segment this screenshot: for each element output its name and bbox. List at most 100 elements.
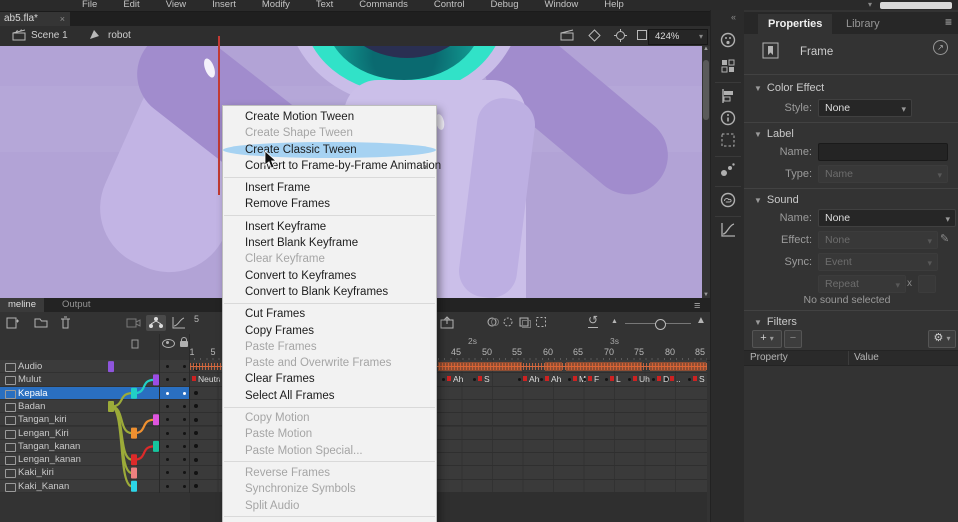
transform-icon[interactable] bbox=[719, 132, 737, 148]
search-box[interactable] bbox=[880, 2, 952, 9]
swatches-icon[interactable] bbox=[719, 58, 737, 74]
timeline-zoom-out-icon[interactable]: ▲ bbox=[611, 318, 618, 325]
creative-cloud-icon[interactable] bbox=[719, 192, 737, 208]
menubar-item[interactable]: Insert bbox=[212, 0, 236, 10]
context-menu-item[interactable]: Insert Keyframe bbox=[223, 219, 436, 235]
eye-icon[interactable] bbox=[162, 339, 175, 348]
timeline-zoom-in-icon[interactable]: ▲ bbox=[696, 315, 706, 326]
section-color-effect[interactable]: ▼Color Effect bbox=[754, 82, 824, 94]
clip-content-icon[interactable] bbox=[636, 29, 648, 41]
sound-name-select[interactable]: None▾ bbox=[818, 209, 956, 227]
center-stage-icon[interactable] bbox=[614, 29, 627, 42]
edit-bar: Scene 1 robot 424% ▾ bbox=[0, 26, 710, 47]
context-menu-item[interactable]: Synchronize Symbols bbox=[223, 481, 436, 497]
context-menu-item[interactable]: Clear Keyframe bbox=[223, 251, 436, 267]
context-menu-item[interactable]: Reverse Frames bbox=[223, 465, 436, 481]
align-icon[interactable] bbox=[719, 88, 737, 104]
filter-options-button[interactable]: ⚙ ▾ bbox=[928, 330, 956, 348]
edit-scene-icon[interactable] bbox=[560, 29, 574, 41]
audio-waveform-cluster bbox=[545, 362, 562, 371]
context-menu-item[interactable]: Convert to Frame-by-Frame Animation› bbox=[223, 158, 436, 174]
mouse-cursor bbox=[264, 150, 278, 170]
menubar-item[interactable]: Control bbox=[434, 0, 465, 10]
context-menu-item-label: Paste and Overwrite Frames bbox=[245, 357, 391, 369]
new-layer-icon[interactable] bbox=[6, 316, 19, 329]
tab-library[interactable]: Library bbox=[836, 14, 890, 34]
motion-editor-icon[interactable] bbox=[719, 222, 737, 238]
label-name-input[interactable] bbox=[818, 143, 948, 161]
breadcrumb-scene[interactable]: Scene 1 bbox=[31, 30, 68, 41]
breadcrumb-symbol[interactable]: robot bbox=[108, 30, 131, 41]
menubar-item[interactable]: Commands bbox=[359, 0, 408, 10]
new-folder-icon[interactable] bbox=[34, 316, 48, 328]
context-menu-item[interactable]: Convert to Keyframes bbox=[223, 268, 436, 284]
camera-icon[interactable] bbox=[126, 316, 141, 328]
context-menu-item[interactable]: Clear Frames bbox=[223, 371, 436, 387]
context-menu-item[interactable]: Split Audio bbox=[223, 498, 436, 514]
context-menu-item[interactable]: Select All Frames bbox=[223, 388, 436, 404]
zoom-level-value: 424% bbox=[655, 31, 679, 42]
modify-markers-icon[interactable] bbox=[535, 316, 547, 328]
context-menu-item[interactable]: Create Classic Tween bbox=[223, 142, 436, 158]
menubar-item[interactable]: Window bbox=[545, 0, 579, 10]
close-tab-icon[interactable]: × bbox=[60, 12, 65, 26]
onion-skin-outlines-icon[interactable] bbox=[503, 316, 515, 328]
menubar-item[interactable]: Text bbox=[316, 0, 333, 10]
menubar-item[interactable]: Modify bbox=[262, 0, 290, 10]
info-icon[interactable] bbox=[719, 110, 737, 126]
context-menu-item[interactable]: Copy Motion bbox=[223, 410, 436, 426]
document-tab[interactable]: ab5.fla* × bbox=[0, 12, 70, 26]
tab-timeline[interactable]: meline bbox=[0, 298, 44, 312]
zoom-level-select[interactable]: 424% ▾ bbox=[648, 29, 708, 45]
lock-icon[interactable] bbox=[180, 341, 188, 347]
context-menu-item[interactable]: Create Motion Tween bbox=[223, 109, 436, 125]
context-menu-item[interactable]: Insert Frame bbox=[223, 180, 436, 196]
scrollbar-thumb[interactable] bbox=[703, 60, 709, 120]
panel-menu-icon[interactable]: ≡ bbox=[945, 15, 952, 29]
menubar-item[interactable]: Edit bbox=[123, 0, 139, 10]
particles-icon[interactable] bbox=[719, 162, 737, 178]
loop-icon[interactable]: ↺ bbox=[588, 313, 598, 328]
workspace-chevron-icon[interactable]: ▾ bbox=[868, 0, 872, 9]
tab-properties[interactable]: Properties bbox=[758, 14, 832, 34]
menubar-item[interactable]: Debug bbox=[491, 0, 519, 10]
menubar-item[interactable]: File bbox=[82, 0, 97, 10]
ruler-frame-number: 65 bbox=[573, 347, 583, 357]
layer-parenting-button[interactable] bbox=[146, 315, 166, 331]
help-launch-icon[interactable]: ↗ bbox=[933, 40, 948, 55]
menubar-item[interactable]: Help bbox=[604, 0, 624, 10]
context-menu-item[interactable]: Insert Blank Keyframe bbox=[223, 235, 436, 251]
remove-filter-button[interactable]: − bbox=[784, 330, 802, 348]
context-menu-item[interactable]: Remove Frames bbox=[223, 196, 436, 212]
timeline-zoom-slider-knob[interactable] bbox=[655, 319, 666, 330]
context-menu-item[interactable]: Paste Motion Special... bbox=[223, 443, 436, 459]
add-filter-button[interactable]: + ▾ bbox=[752, 330, 782, 348]
delete-layer-icon[interactable] bbox=[60, 316, 71, 329]
style-select[interactable]: None▾ bbox=[818, 99, 912, 117]
layer-icon bbox=[5, 390, 16, 399]
section-filters[interactable]: ▼Filters bbox=[754, 316, 797, 328]
context-menu-item[interactable]: Paste Motion bbox=[223, 426, 436, 442]
tab-output[interactable]: Output bbox=[54, 298, 99, 312]
onion-skin-icon[interactable] bbox=[487, 316, 499, 328]
context-menu-item[interactable]: Create Shape Tween bbox=[223, 125, 436, 141]
section-label[interactable]: ▼Label bbox=[754, 128, 794, 140]
context-menu-item[interactable]: Paste and Overwrite Frames bbox=[223, 355, 436, 371]
section-sound[interactable]: ▼Sound bbox=[754, 194, 799, 206]
context-menu-item[interactable]: Convert to Blank Keyframes bbox=[223, 284, 436, 300]
graph-editor-icon[interactable] bbox=[172, 316, 186, 329]
playhead[interactable] bbox=[218, 36, 220, 195]
stage-vertical-scrollbar[interactable]: ▲ ▼ bbox=[702, 46, 710, 298]
edit-symbols-icon[interactable] bbox=[588, 29, 601, 42]
context-menu-item[interactable]: Cut Frames bbox=[223, 306, 436, 322]
menubar-item[interactable]: View bbox=[166, 0, 186, 10]
color-palette-icon[interactable] bbox=[719, 32, 737, 48]
timeline-panel-menu-icon[interactable]: ≡ bbox=[694, 300, 700, 312]
scroll-up-icon[interactable]: ▲ bbox=[702, 46, 710, 52]
context-menu-item[interactable]: Copy Frames bbox=[223, 323, 436, 339]
edit-multiple-frames-icon[interactable] bbox=[519, 316, 531, 328]
edit-sound-pencil-icon[interactable]: ✎ bbox=[940, 232, 949, 245]
publish-frame-icon[interactable] bbox=[440, 316, 454, 329]
collapse-panels-icon[interactable]: « bbox=[731, 12, 736, 22]
context-menu-item[interactable]: Paste Frames bbox=[223, 339, 436, 355]
